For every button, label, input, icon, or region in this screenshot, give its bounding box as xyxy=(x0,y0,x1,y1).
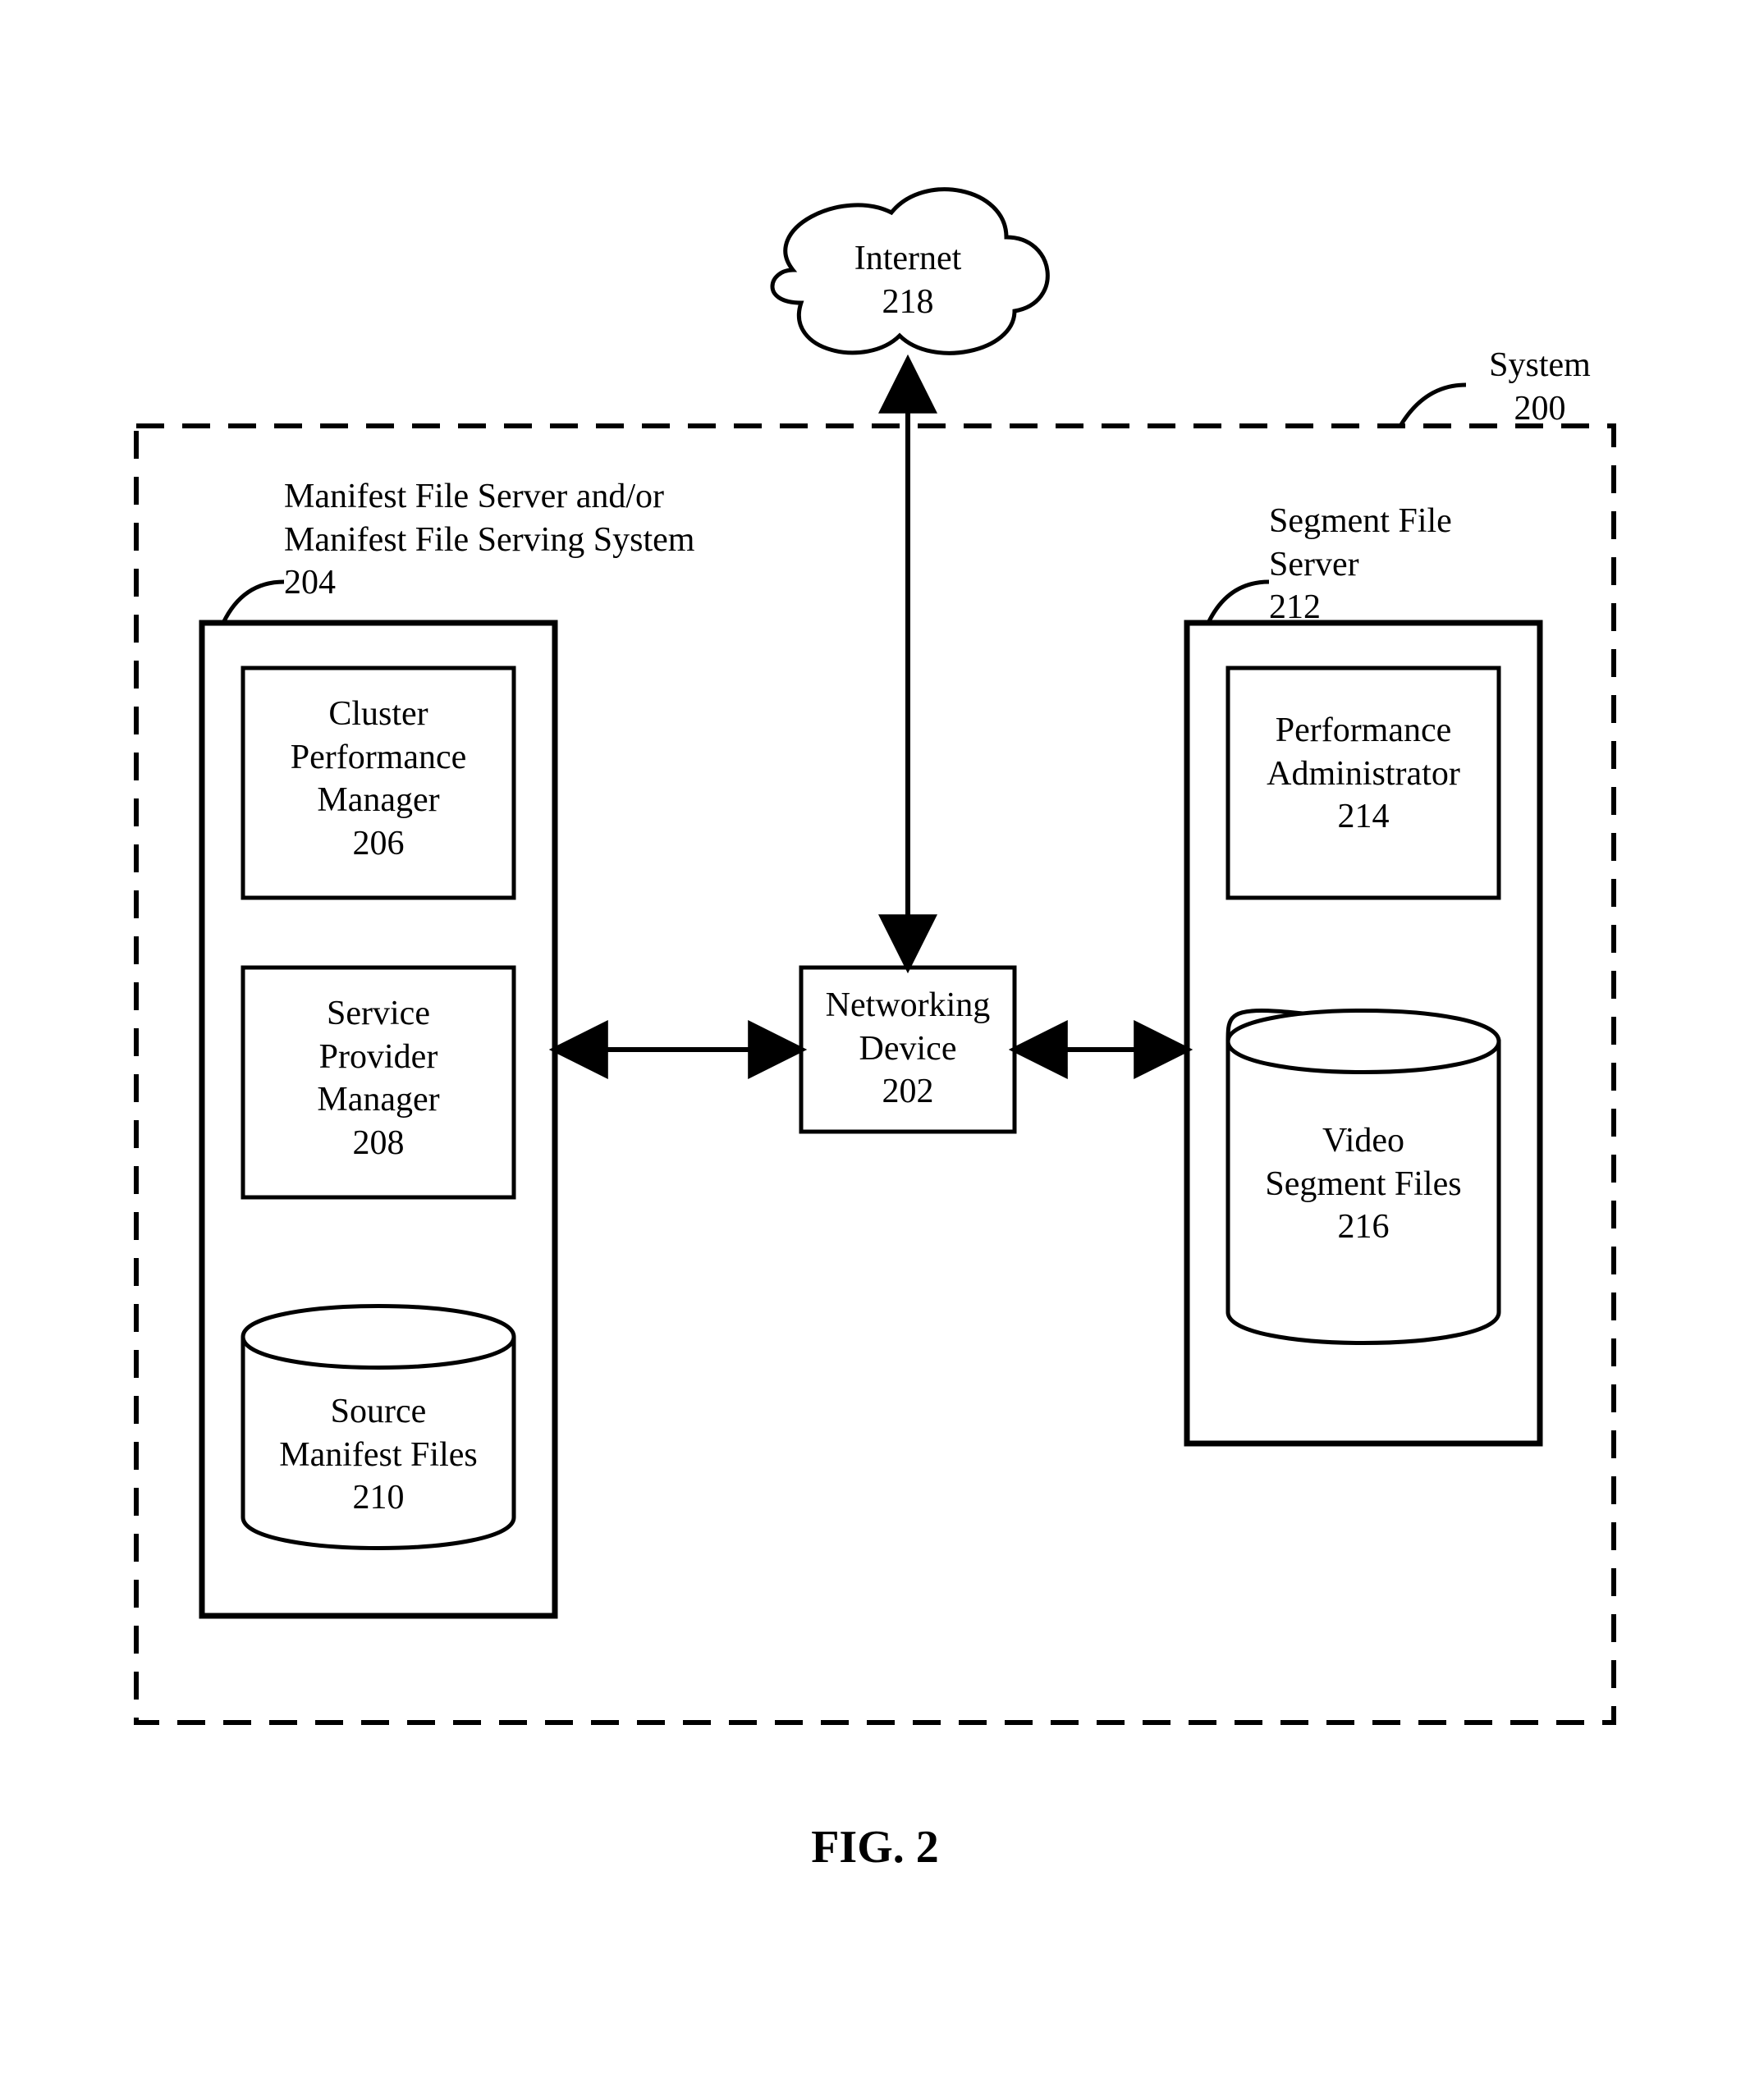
system-label-leader xyxy=(1400,385,1466,426)
source-manifest-files-label: Source Manifest Files 210 xyxy=(243,1390,514,1520)
video-segment-files-label: Video Segment Files 216 xyxy=(1228,1119,1499,1249)
cluster-perf-mgr-label: Cluster Performance Manager 206 xyxy=(243,693,514,865)
manifest-server-label: Manifest File Server and/or Manifest Fil… xyxy=(284,475,711,605)
perf-admin-label: Performance Administrator 214 xyxy=(1228,709,1499,839)
manifest-label-leader xyxy=(223,582,284,623)
service-provider-mgr-label: Service Provider Manager 208 xyxy=(243,992,514,1164)
page: System 200 Internet 218 Networking Devic… xyxy=(0,0,1750,2100)
segment-server-label: Segment File Server 212 xyxy=(1269,500,1532,629)
figure-caption: FIG. 2 xyxy=(120,1821,1630,1874)
system-label: System 200 xyxy=(1466,344,1614,430)
segment-label-leader xyxy=(1208,582,1269,623)
internet-label: Internet 218 xyxy=(818,237,998,323)
diagram-stage: System 200 Internet 218 Networking Devic… xyxy=(120,180,1630,1924)
networking-device-label: Networking Device 202 xyxy=(801,984,1015,1114)
